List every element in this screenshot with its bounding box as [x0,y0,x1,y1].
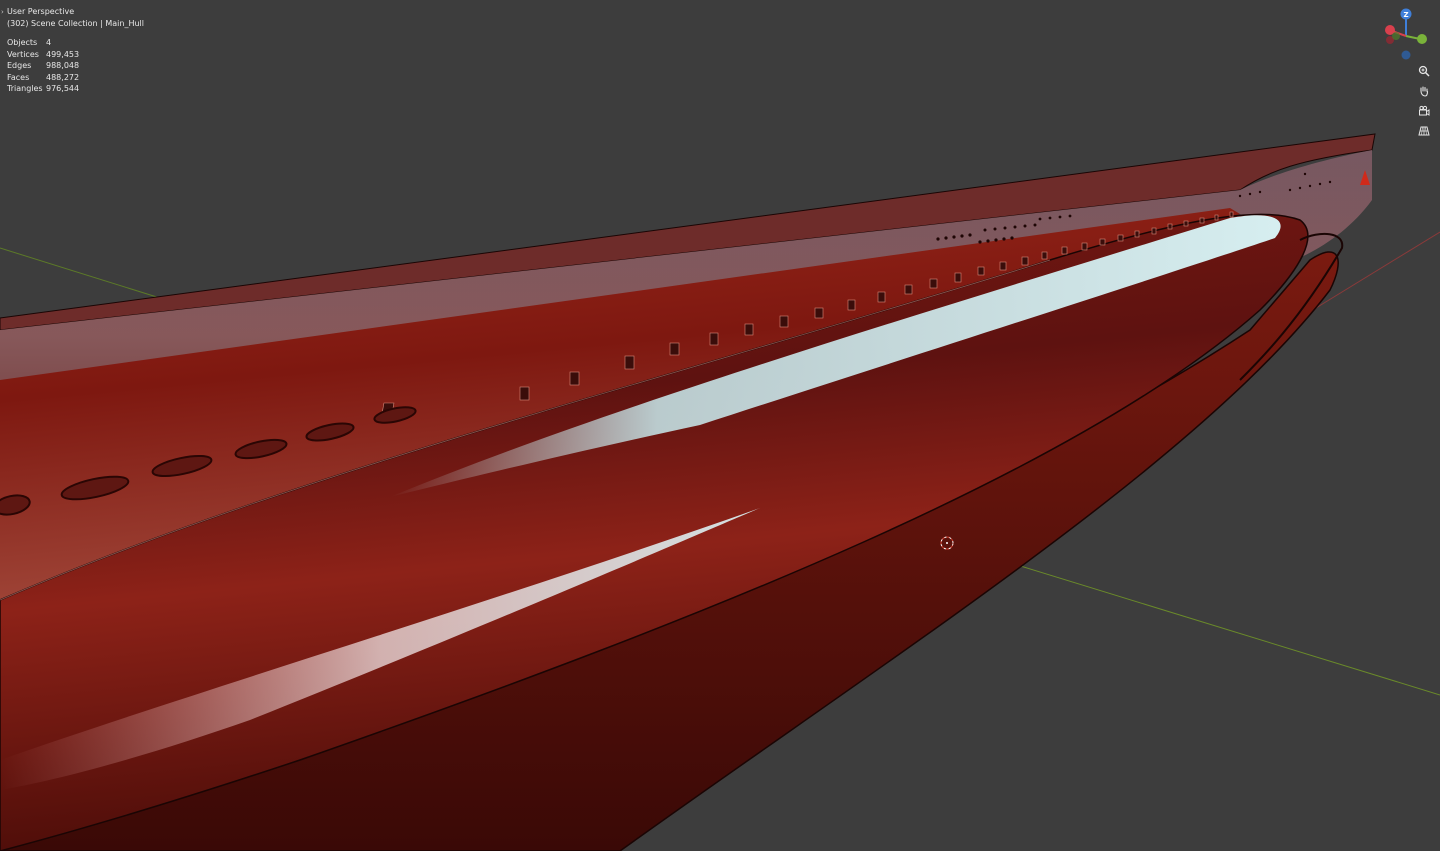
stat-value: 988,048 [46,61,80,70]
stat-label: Vertices [7,49,39,59]
stat-row-edges: Edges 988,048 [7,60,79,72]
zoom-button[interactable] [1415,62,1433,80]
y-axis-line-front [974,551,1440,696]
stat-label: Faces [7,72,30,82]
chevron-right-icon[interactable]: › [1,7,4,19]
stat-label: Edges [7,61,32,70]
scene-render [0,133,1440,851]
view-mode-label: User Perspective [7,7,75,16]
3d-viewport[interactable]: › User Perspective (302) Scene Collectio… [0,0,1440,851]
pan-button[interactable] [1415,82,1433,100]
scene-collection-label: (302) Scene Collection | Main_Hull [7,18,144,28]
gizmo-neg-y [1392,32,1400,40]
stat-row-vertices: Vertices 499,453 [7,49,79,61]
stat-value: 4 [46,38,52,47]
y-axis-line [0,247,161,299]
navigation-gizmo[interactable]: Z [1380,6,1432,62]
stat-label: Triangles [7,84,43,93]
perspective-toggle-button[interactable] [1415,122,1433,140]
stat-row-objects: Objects 4 [7,37,79,49]
stat-value: 488,272 [46,72,80,82]
stat-label: Objects [7,38,38,47]
camera-view-icon [1419,105,1430,116]
gizmo-neg-z [1401,50,1411,60]
gizmo-z-label: Z [1403,11,1408,19]
hand-pan-icon [1420,86,1429,97]
gizmo-y [1417,34,1427,44]
zoom-icon [1418,65,1430,77]
stat-row-faces: Faces 488,272 [7,72,79,84]
stat-value: 499,453 [46,49,80,59]
scene-statistics: Objects 4 Vertices 499,453 Edges 988,048 Faces… [7,37,79,95]
camera-view-button[interactable] [1415,102,1433,120]
viewport-header: › User Perspective (302) Scene Collectio… [1,6,144,29]
stat-row-triangles: Triangles 976,544 [7,83,79,95]
perspective-grid-icon [1418,126,1430,136]
stat-value: 976,544 [46,84,80,93]
